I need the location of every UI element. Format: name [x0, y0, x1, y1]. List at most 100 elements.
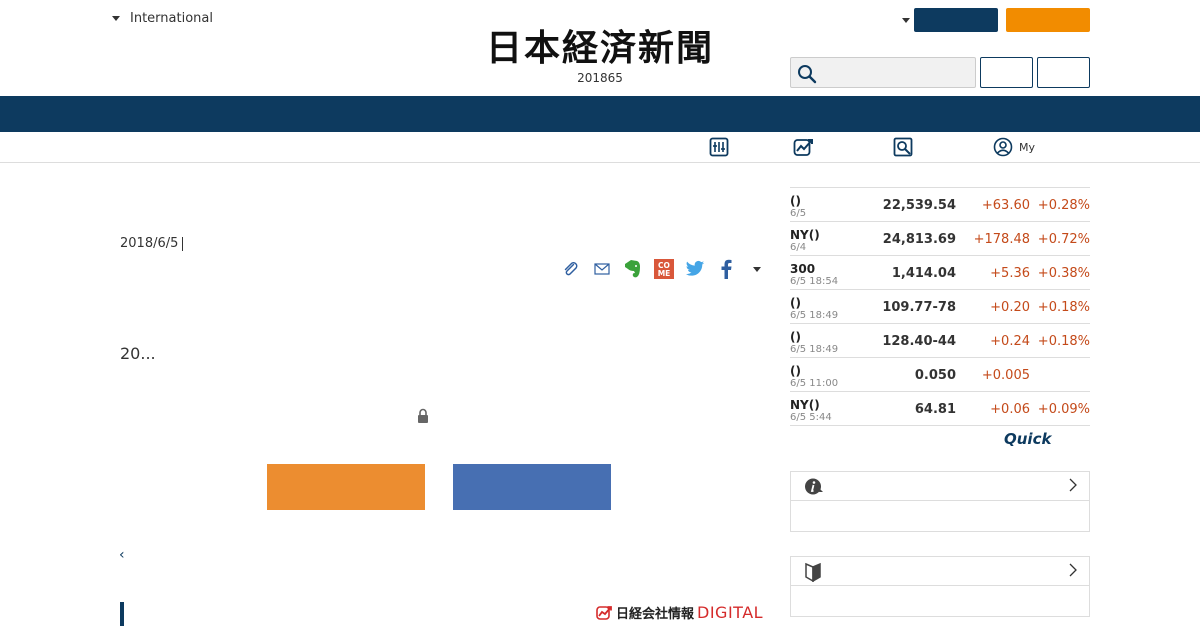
- market-row-change: +63.60: [981, 198, 1030, 213]
- market-row-time: 6/5 5:44: [790, 412, 832, 423]
- market-row-change: +178.48: [973, 232, 1030, 247]
- back-link[interactable]: ‹: [119, 547, 125, 563]
- facebook-icon: [721, 259, 732, 279]
- market-row-percent: +0.09%: [1037, 402, 1090, 417]
- search-option-button[interactable]: [980, 57, 1033, 88]
- market-row-time: 6/5 18:49: [790, 344, 839, 355]
- market-row-name: NY(): [790, 398, 820, 412]
- market-row-name: (): [790, 194, 801, 208]
- comemo-icon: CO ME: [654, 259, 674, 279]
- date-separator: [182, 236, 184, 251]
- my-label: My: [1019, 140, 1036, 154]
- market-row-value: 24,813.69: [882, 232, 956, 247]
- subscribe-cta-button[interactable]: [267, 464, 425, 510]
- market-row-value: 22,539.54: [882, 198, 956, 213]
- chart-button[interactable]: [793, 137, 815, 157]
- lock-icon: [418, 408, 428, 423]
- subscribe-button[interactable]: [1006, 8, 1090, 32]
- market-row-name: NY(): [790, 228, 820, 242]
- site-logo[interactable]: 日本経済新聞: [450, 28, 750, 68]
- search-submit-button[interactable]: [1037, 57, 1090, 88]
- account-actions: [902, 8, 1090, 32]
- mail-icon: [594, 263, 610, 275]
- quick-provider-logo[interactable]: Quick: [1004, 430, 1051, 448]
- search-box[interactable]: [790, 57, 976, 88]
- market-row-time: 6/4: [790, 242, 807, 253]
- sub-navigation: My: [0, 132, 1200, 163]
- more-caret-icon: [753, 266, 761, 272]
- market-row-percent: +0.38%: [1037, 266, 1090, 281]
- comemo-button[interactable]: CO ME: [653, 258, 675, 280]
- market-row-change: +0.24: [990, 334, 1030, 349]
- evernote-button[interactable]: [622, 258, 644, 280]
- chart-trend-icon: [596, 605, 612, 620]
- market-row-percent: +0.28%: [1037, 198, 1090, 213]
- market-row-name: (): [790, 364, 801, 378]
- market-row-name: (): [790, 296, 801, 310]
- nikkei-company-info-digital-logo[interactable]: 日経会社情報 DIGITAL: [596, 603, 763, 622]
- search-icon: [798, 65, 817, 84]
- info-panel: [790, 471, 1090, 532]
- search-input[interactable]: [819, 62, 969, 84]
- market-row-value: 109.77-78: [882, 300, 956, 315]
- caret-down-icon: [112, 16, 120, 21]
- clip-icon: [564, 262, 578, 276]
- market-row-change: +5.36: [990, 266, 1030, 281]
- market-row[interactable]: 300 6/5 18:54 1,414.04 +5.36 +0.38%: [790, 256, 1090, 290]
- info-icon: [805, 478, 823, 495]
- section-heading-marker: [120, 602, 124, 626]
- logo-subtext: 201865: [577, 71, 623, 85]
- article-date-text: 2018/6/5: [120, 236, 179, 251]
- facebook-button[interactable]: [715, 258, 737, 280]
- clip-button[interactable]: [560, 258, 582, 280]
- market-row-time: 6/5 18:54: [790, 276, 839, 287]
- market-row[interactable]: NY() 6/5 5:44 64.81 +0.06 +0.09%: [790, 392, 1090, 426]
- region-label: International: [130, 11, 213, 26]
- market-row-percent: +0.72%: [1037, 232, 1090, 247]
- brand-digital-text: DIGITAL: [697, 603, 764, 622]
- region-selector[interactable]: International: [112, 11, 213, 26]
- chart-trend-icon: [793, 139, 813, 156]
- data-panel-button[interactable]: [709, 137, 729, 157]
- twitter-icon: [685, 260, 705, 276]
- market-row-percent: +0.18%: [1037, 334, 1090, 349]
- svg-text:ME: ME: [658, 269, 671, 278]
- market-row-name: (): [790, 330, 801, 344]
- market-row-change: +0.005: [981, 368, 1030, 383]
- article-lead: 20...: [120, 344, 156, 363]
- screening-button[interactable]: [893, 137, 913, 157]
- market-row-value: 64.81: [914, 402, 956, 417]
- market-row-percent: +0.18%: [1037, 300, 1090, 315]
- info-panel-header[interactable]: [791, 472, 1089, 501]
- market-row[interactable]: () 6/5 22,539.54 +63.60 +0.28%: [790, 188, 1090, 222]
- market-row-change: +0.20: [990, 300, 1030, 315]
- user-icon: [993, 137, 1013, 157]
- market-row[interactable]: () 6/5 11:00 0.050 +0.005: [790, 358, 1090, 392]
- login-cta-button[interactable]: [453, 464, 611, 510]
- caret-down-icon[interactable]: [902, 17, 910, 23]
- chevron-right-icon: [1069, 563, 1077, 577]
- share-more-button[interactable]: [746, 258, 768, 280]
- market-row-time: 6/5: [790, 208, 807, 219]
- market-row[interactable]: () 6/5 18:49 128.40-44 +0.24 +0.18%: [790, 324, 1090, 358]
- beginner-panel-header[interactable]: [791, 557, 1089, 586]
- chevron-right-icon: [1069, 478, 1077, 492]
- share-toolbar: CO ME: [560, 258, 768, 280]
- data-panel-icon: [709, 137, 729, 157]
- beginner-panel: [790, 556, 1090, 617]
- mail-button[interactable]: [591, 258, 613, 280]
- market-row-value: 0.050: [914, 368, 956, 383]
- main-navigation-bar: [0, 96, 1200, 132]
- brand-jp-text: 日経会社情報: [616, 607, 695, 622]
- article-date: 2018/6/5: [120, 236, 184, 251]
- beginner-mark-icon: [805, 562, 821, 582]
- market-row-value: 1,414.04: [891, 266, 956, 281]
- evernote-icon: [625, 260, 640, 278]
- my-page-button[interactable]: My: [993, 137, 1035, 157]
- market-row[interactable]: () 6/5 18:49 109.77-78 +0.20 +0.18%: [790, 290, 1090, 324]
- market-row[interactable]: NY() 6/4 24,813.69 +178.48 +0.72%: [790, 222, 1090, 256]
- market-row-time: 6/5 18:49: [790, 310, 839, 321]
- twitter-button[interactable]: [684, 258, 706, 280]
- market-row-name: 300: [790, 262, 816, 276]
- login-button[interactable]: [914, 8, 998, 32]
